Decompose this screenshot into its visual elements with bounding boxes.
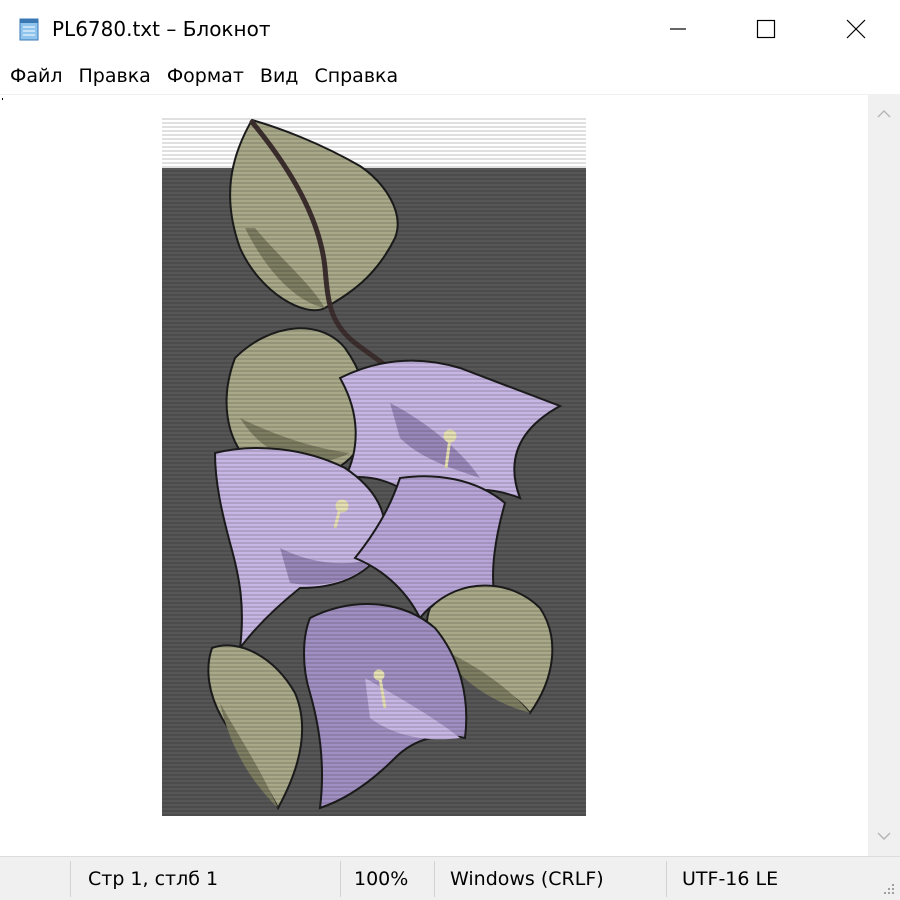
minimize-button[interactable] xyxy=(632,0,724,58)
scroll-up-button[interactable] xyxy=(868,94,900,134)
status-separator xyxy=(666,861,667,897)
cursor-position: Стр 1, стлб 1 xyxy=(88,868,219,890)
maximize-icon xyxy=(756,19,776,39)
vertical-scrollbar[interactable] xyxy=(868,94,900,856)
bougainvillea-illustration xyxy=(162,118,586,818)
zoom-level: 100% xyxy=(354,868,409,890)
menu-view[interactable]: Вид xyxy=(258,58,301,94)
scroll-down-button[interactable] xyxy=(868,816,900,856)
resize-grip-icon[interactable] xyxy=(878,878,896,896)
close-icon xyxy=(846,19,866,39)
encoding: UTF-16 LE xyxy=(682,868,779,890)
status-separator xyxy=(70,861,71,897)
menu-file[interactable]: Файл xyxy=(8,58,65,94)
scanline-overlay xyxy=(162,118,586,818)
menu-format[interactable]: Формат xyxy=(165,58,246,94)
chevron-down-icon xyxy=(877,832,891,840)
notepad-icon xyxy=(16,16,42,42)
status-separator xyxy=(434,861,435,897)
status-separator xyxy=(340,861,341,897)
menu-edit[interactable]: Правка xyxy=(77,58,153,94)
text-caret xyxy=(2,98,3,100)
status-bar: Стр 1, стлб 1 100% Windows (CRLF) UTF-16… xyxy=(0,856,900,900)
close-button[interactable] xyxy=(810,0,900,58)
menu-help[interactable]: Справка xyxy=(312,58,400,94)
minimize-icon xyxy=(670,28,686,30)
chevron-up-icon xyxy=(877,110,891,118)
maximize-button[interactable] xyxy=(720,0,812,58)
window-title: PL6780.txt – Блокнот xyxy=(52,17,271,41)
menu-bar: Файл Правка Формат Вид Справка xyxy=(0,58,900,94)
title-bar[interactable]: PL6780.txt – Блокнот xyxy=(0,0,900,58)
line-endings: Windows (CRLF) xyxy=(450,868,604,890)
